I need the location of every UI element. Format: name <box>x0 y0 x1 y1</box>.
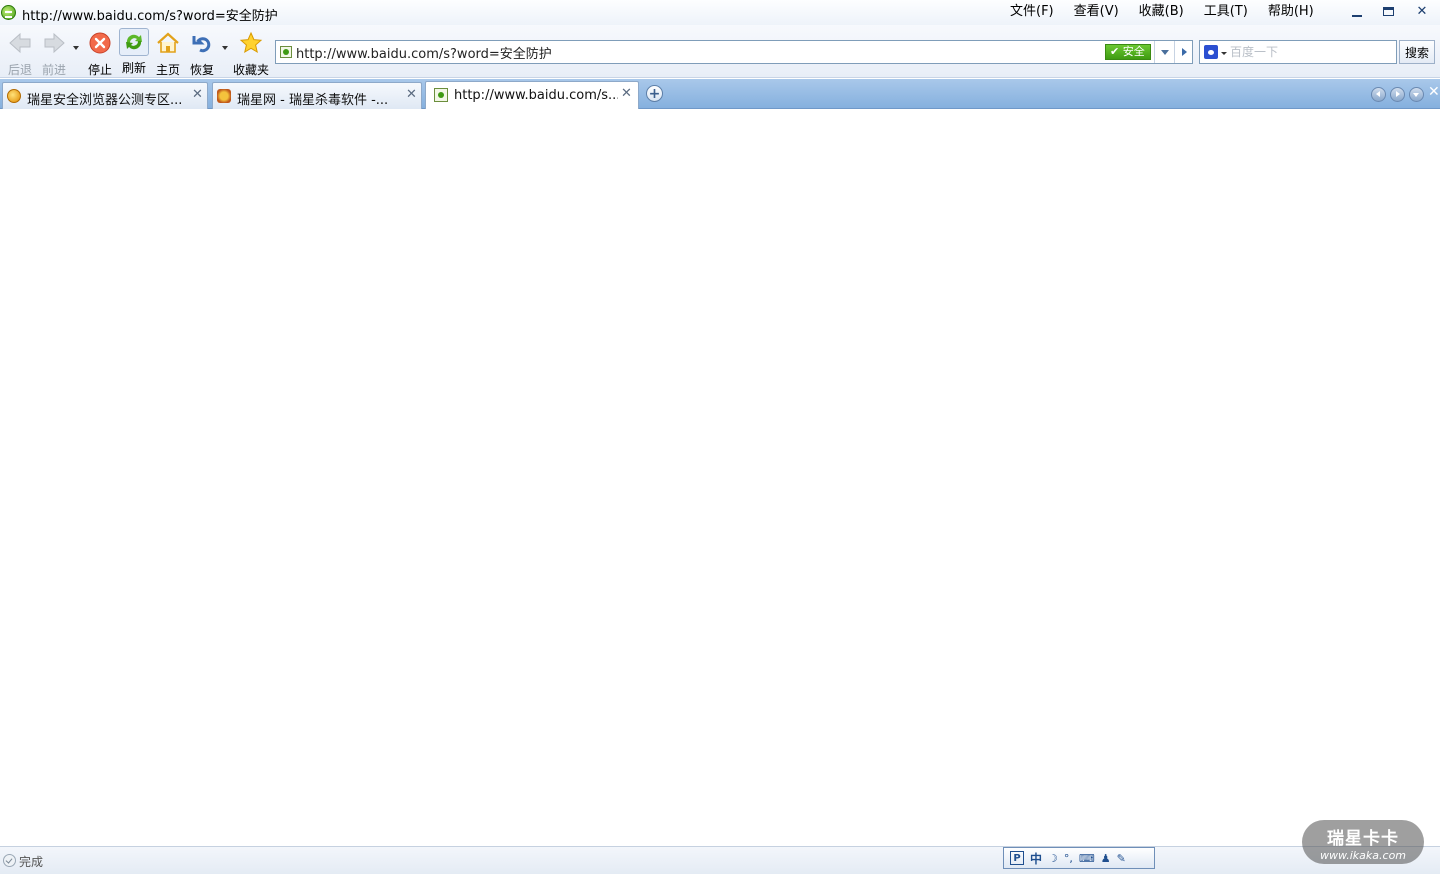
tab-scroll-right-button[interactable] <box>1390 87 1405 102</box>
restore-label: 恢复 <box>189 63 214 77</box>
menu-bar: 文件(F) 查看(V) 收藏(B) 工具(T) 帮助(H) <box>1000 3 1324 21</box>
favorites-button[interactable]: 收藏夹 <box>232 31 270 77</box>
tab-bar: 瑞星安全浏览器公测专区... ✕ 瑞星网 - 瑞星杀毒软件 -... ✕ htt… <box>0 79 1440 109</box>
home-icon <box>156 31 180 55</box>
forward-arrow-icon <box>42 31 66 55</box>
forward-label: 前进 <box>41 63 66 77</box>
forward-button[interactable]: 前进 <box>41 31 67 77</box>
plus-icon: + <box>648 85 661 102</box>
menu-file[interactable]: 文件(F) <box>1000 3 1064 21</box>
search-button[interactable]: 搜索 <box>1399 40 1435 64</box>
tab-title: 瑞星安全浏览器公测专区... <box>27 93 183 108</box>
home-label: 主页 <box>155 63 180 77</box>
restore-dropdown-icon[interactable] <box>222 46 228 50</box>
keyboard-icon[interactable]: ⌨ <box>1079 852 1095 865</box>
watermark-url: www.ikaka.com <box>1319 849 1407 862</box>
close-tab-icon[interactable]: ✕ <box>1428 84 1440 100</box>
undo-icon <box>190 31 214 55</box>
browser-logo-icon <box>1 5 16 20</box>
back-button[interactable]: 后退 <box>7 31 33 77</box>
engine-dropdown-icon[interactable] <box>1221 52 1227 55</box>
star-icon <box>239 31 263 55</box>
tab-close-icon[interactable]: ✕ <box>192 87 203 102</box>
baidu-paw-icon[interactable] <box>1204 45 1218 59</box>
wrench-icon[interactable]: ✎ <box>1117 852 1126 865</box>
history-dropdown-icon[interactable] <box>73 46 79 50</box>
minimize-button[interactable] <box>1342 1 1372 22</box>
watermark-main: 瑞星卡卡 <box>1327 829 1399 849</box>
status-done-icon <box>3 854 16 867</box>
lion-logo-icon <box>217 89 231 103</box>
tab-list-dropdown-button[interactable] <box>1409 87 1424 102</box>
rising-logo-icon <box>7 89 21 103</box>
page-favicon-icon <box>434 88 448 102</box>
toolbar: 后退 前进 停止 刷新 主页 恢复 收藏夹 http://www.baidu.c… <box>0 25 1440 78</box>
back-label: 后退 <box>7 63 32 77</box>
tab-title: 瑞星网 - 瑞星杀毒软件 -... <box>237 93 389 108</box>
address-bar: ✔ 安全 <box>275 40 1193 64</box>
refresh-label: 刷新 <box>121 61 146 75</box>
ime-toolbar: P 中 ☽ °, ⌨ ♟ ✎ <box>1003 847 1155 869</box>
tab-title: http://www.baidu.com/s... <box>454 88 618 103</box>
tab-rising-browser-beta[interactable]: 瑞星安全浏览器公测专区... ✕ <box>2 82 208 109</box>
address-input[interactable] <box>296 43 1096 61</box>
safe-badge[interactable]: ✔ 安全 <box>1105 44 1151 60</box>
go-button[interactable] <box>1174 41 1193 63</box>
ime-logo-icon[interactable]: P <box>1010 851 1024 865</box>
user-icon[interactable]: ♟ <box>1101 852 1111 865</box>
moon-icon[interactable]: ☽ <box>1048 852 1058 865</box>
stop-icon <box>88 31 112 55</box>
punctuation-icon[interactable]: °, <box>1064 852 1073 865</box>
refresh-button[interactable]: 刷新 <box>119 28 149 77</box>
refresh-icon <box>119 28 149 56</box>
page-favicon-icon <box>280 46 292 58</box>
menu-tools[interactable]: 工具(T) <box>1194 3 1258 21</box>
back-arrow-icon <box>8 31 32 55</box>
tab-baidu-search[interactable]: http://www.baidu.com/s... ✕ <box>425 81 639 109</box>
tab-close-icon[interactable]: ✕ <box>406 87 417 102</box>
status-text: 完成 <box>19 855 44 869</box>
window-title: http://www.baidu.com/s?word=安全防护 <box>22 9 278 24</box>
title-bar: http://www.baidu.com/s?word=安全防护 文件(F) 查… <box>0 0 1440 25</box>
tab-rising-antivirus[interactable]: 瑞星网 - 瑞星杀毒软件 -... ✕ <box>212 82 422 109</box>
restore-button[interactable]: 恢复 <box>188 31 216 77</box>
restore-window-icon <box>1382 7 1394 16</box>
menu-favorites[interactable]: 收藏(B) <box>1129 3 1194 21</box>
watermark-logo: 瑞星卡卡 www.ikaka.com <box>1302 820 1424 864</box>
menu-help[interactable]: 帮助(H) <box>1258 3 1324 21</box>
search-input[interactable] <box>1230 43 1390 61</box>
ime-chinese-mode[interactable]: 中 <box>1030 850 1042 867</box>
tab-scroll-left-button[interactable] <box>1371 87 1386 102</box>
address-dropdown-button[interactable] <box>1154 41 1174 63</box>
maximize-button[interactable] <box>1373 1 1403 22</box>
search-box <box>1199 40 1397 64</box>
close-icon: ✕ <box>1416 4 1428 19</box>
status-bar: 完成 P 中 ☽ °, ⌨ ♟ ✎ <box>0 846 1440 874</box>
stop-button[interactable]: 停止 <box>86 31 114 77</box>
play-arrow-icon <box>1181 48 1187 56</box>
chevron-down-icon <box>1160 49 1169 55</box>
favorites-label: 收藏夹 <box>232 63 269 77</box>
menu-view[interactable]: 查看(V) <box>1064 3 1129 21</box>
page-content[interactable] <box>0 110 1440 846</box>
new-tab-button[interactable]: + <box>646 85 663 102</box>
minimize-icon <box>1352 14 1362 17</box>
close-window-button[interactable]: ✕ <box>1407 1 1437 22</box>
tab-close-icon[interactable]: ✕ <box>621 86 632 101</box>
stop-label: 停止 <box>87 63 112 77</box>
home-button[interactable]: 主页 <box>154 31 182 77</box>
